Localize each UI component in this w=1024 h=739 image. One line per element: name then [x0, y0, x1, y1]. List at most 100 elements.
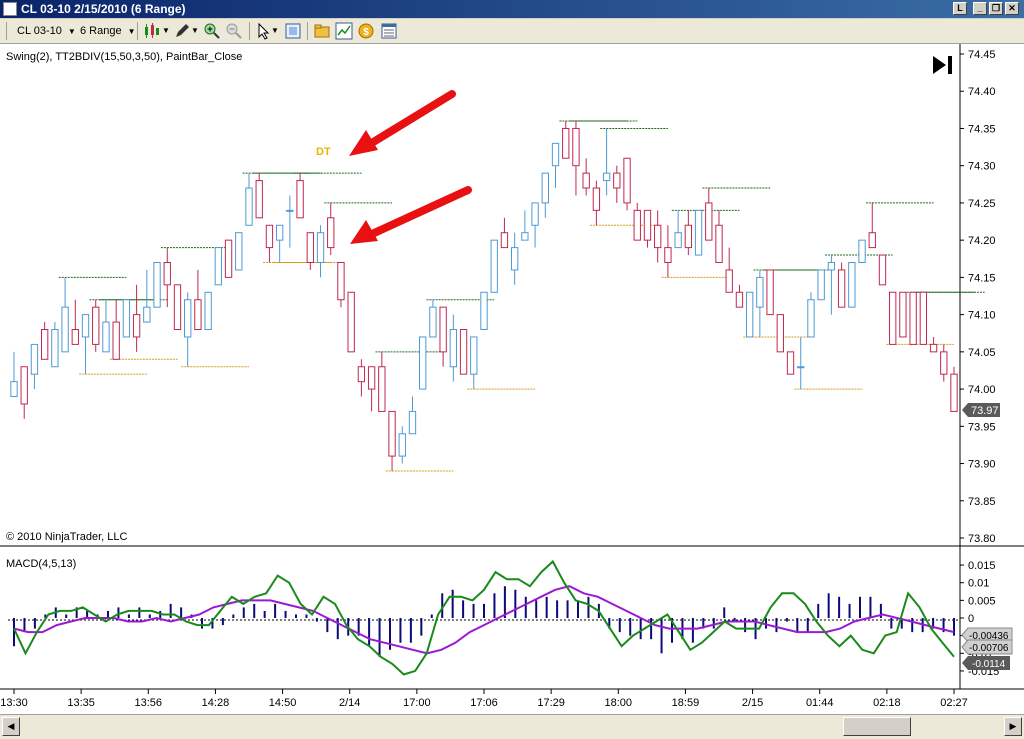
candle-body	[837, 269, 846, 308]
candle	[500, 217, 509, 249]
candle	[899, 291, 907, 338]
candle-body	[643, 209, 652, 241]
time-tick-label: 13:30	[0, 697, 28, 709]
price-tick-label: 74.40	[968, 86, 996, 98]
candle-body	[848, 261, 856, 308]
chevron-down-icon[interactable]: ▼	[191, 22, 199, 40]
candlestick-style-icon[interactable]	[143, 22, 161, 40]
candle-body	[10, 381, 18, 398]
candle	[459, 329, 468, 375]
price-tick-label: 74.45	[968, 49, 996, 61]
candle-body	[745, 291, 754, 338]
candle-body	[592, 187, 601, 211]
time-tick-label: 02:27	[940, 697, 968, 709]
candle	[122, 299, 131, 338]
data-box-icon[interactable]	[284, 22, 302, 40]
candle	[327, 202, 335, 256]
candle	[674, 210, 682, 249]
properties-grid-icon[interactable]	[380, 22, 398, 40]
candle	[204, 291, 212, 331]
link-button[interactable]: L	[953, 2, 967, 15]
minimize-button[interactable]: _	[973, 2, 987, 15]
time-tick-label: 02:18	[873, 697, 901, 709]
scroll-right-button[interactable]: ▶	[1004, 717, 1022, 736]
scrollbar-thumb[interactable]	[843, 717, 911, 736]
strategy-coin-icon[interactable]: $	[357, 22, 375, 40]
candle-body	[725, 269, 733, 293]
folder-icon[interactable]	[313, 22, 331, 40]
chevron-down-icon[interactable]: ▼	[162, 22, 170, 40]
candle	[153, 261, 161, 308]
restore-button[interactable]: ❐	[989, 2, 1003, 15]
candle	[173, 284, 182, 331]
histogram-value-badge: -0.0114	[962, 656, 1010, 670]
price-tick-label: 74.25	[968, 198, 996, 210]
close-button[interactable]: ✕	[1005, 2, 1019, 15]
zoom-out-icon[interactable]	[225, 22, 243, 40]
candle	[592, 180, 601, 226]
candle-body	[674, 232, 682, 249]
candle	[541, 172, 549, 218]
annotation-arrow-bottom	[350, 186, 472, 244]
candle-body	[30, 343, 39, 375]
zoom-in-icon[interactable]	[203, 22, 221, 40]
candle-body	[551, 142, 560, 167]
candle-body	[766, 269, 774, 316]
horizontal-scrollbar[interactable]: ◀ ▶	[0, 714, 1024, 739]
price-tick-label: 74.05	[968, 347, 996, 359]
interval-selector[interactable]: 6 Range ▼	[80, 22, 136, 40]
chevron-down-icon[interactable]: ▼	[271, 22, 279, 40]
candle-body	[153, 261, 161, 308]
candle	[613, 165, 621, 203]
candle-body	[459, 329, 468, 375]
macd-tick-label: 0.01	[968, 578, 989, 590]
candle-body	[480, 291, 488, 331]
candle-body	[664, 247, 672, 263]
price-tick-label: 74.00	[968, 384, 996, 396]
candle	[92, 299, 100, 352]
price-tick-label: 74.30	[968, 161, 996, 173]
candle	[40, 322, 49, 360]
chart-canvas[interactable]: 74.45 74.40 74.35 74.30 74.25 74.20 74.15 74.10…	[0, 44, 1024, 714]
macd-panel-label: MACD(4,5,13)	[6, 558, 76, 570]
candle-body	[613, 172, 621, 189]
scroll-left-button[interactable]: ◀	[2, 717, 20, 736]
svg-text:73.97: 73.97	[971, 405, 999, 417]
chart-panel[interactable]: 74.45 74.40 74.35 74.30 74.25 74.20 74.15 74.10…	[0, 44, 1024, 714]
time-tick-label: 13:35	[67, 697, 95, 709]
candle-body	[194, 299, 202, 331]
instrument-label: CL 03-10	[17, 25, 62, 37]
candle	[725, 247, 733, 293]
candle	[81, 314, 90, 375]
svg-text:-0.00706: -0.00706	[969, 643, 1009, 654]
candle	[102, 299, 110, 353]
pencil-draw-icon[interactable]	[173, 22, 191, 40]
indicator-chart-icon[interactable]	[335, 22, 353, 40]
candle-body	[122, 299, 131, 338]
candle	[316, 225, 325, 278]
candle	[766, 269, 774, 316]
candle-body	[296, 180, 304, 219]
instrument-selector[interactable]: CL 03-10 ▼	[17, 22, 76, 40]
toolbar-grip	[6, 22, 7, 40]
candle	[10, 351, 18, 398]
scroll-to-end-button[interactable]	[933, 56, 952, 74]
candle-body	[275, 224, 284, 241]
time-tick-label: 01:44	[806, 697, 834, 709]
candle	[602, 128, 611, 196]
candle-body	[429, 306, 437, 338]
candle-body	[715, 224, 723, 263]
price-tick-label: 73.85	[968, 496, 996, 508]
candle	[654, 210, 662, 263]
candle-body	[940, 351, 948, 375]
price-axis: 74.45 74.40 74.35 74.30 74.25 74.20 74.15 74.10…	[960, 49, 996, 545]
candle	[286, 195, 294, 248]
candle	[878, 254, 887, 286]
toolbar-divider	[137, 22, 138, 40]
candle	[848, 261, 856, 308]
candle	[551, 142, 560, 189]
candle	[470, 336, 478, 390]
price-candles	[10, 121, 958, 471]
macd-tick-label: 0.005	[968, 595, 996, 607]
candle	[694, 209, 703, 256]
